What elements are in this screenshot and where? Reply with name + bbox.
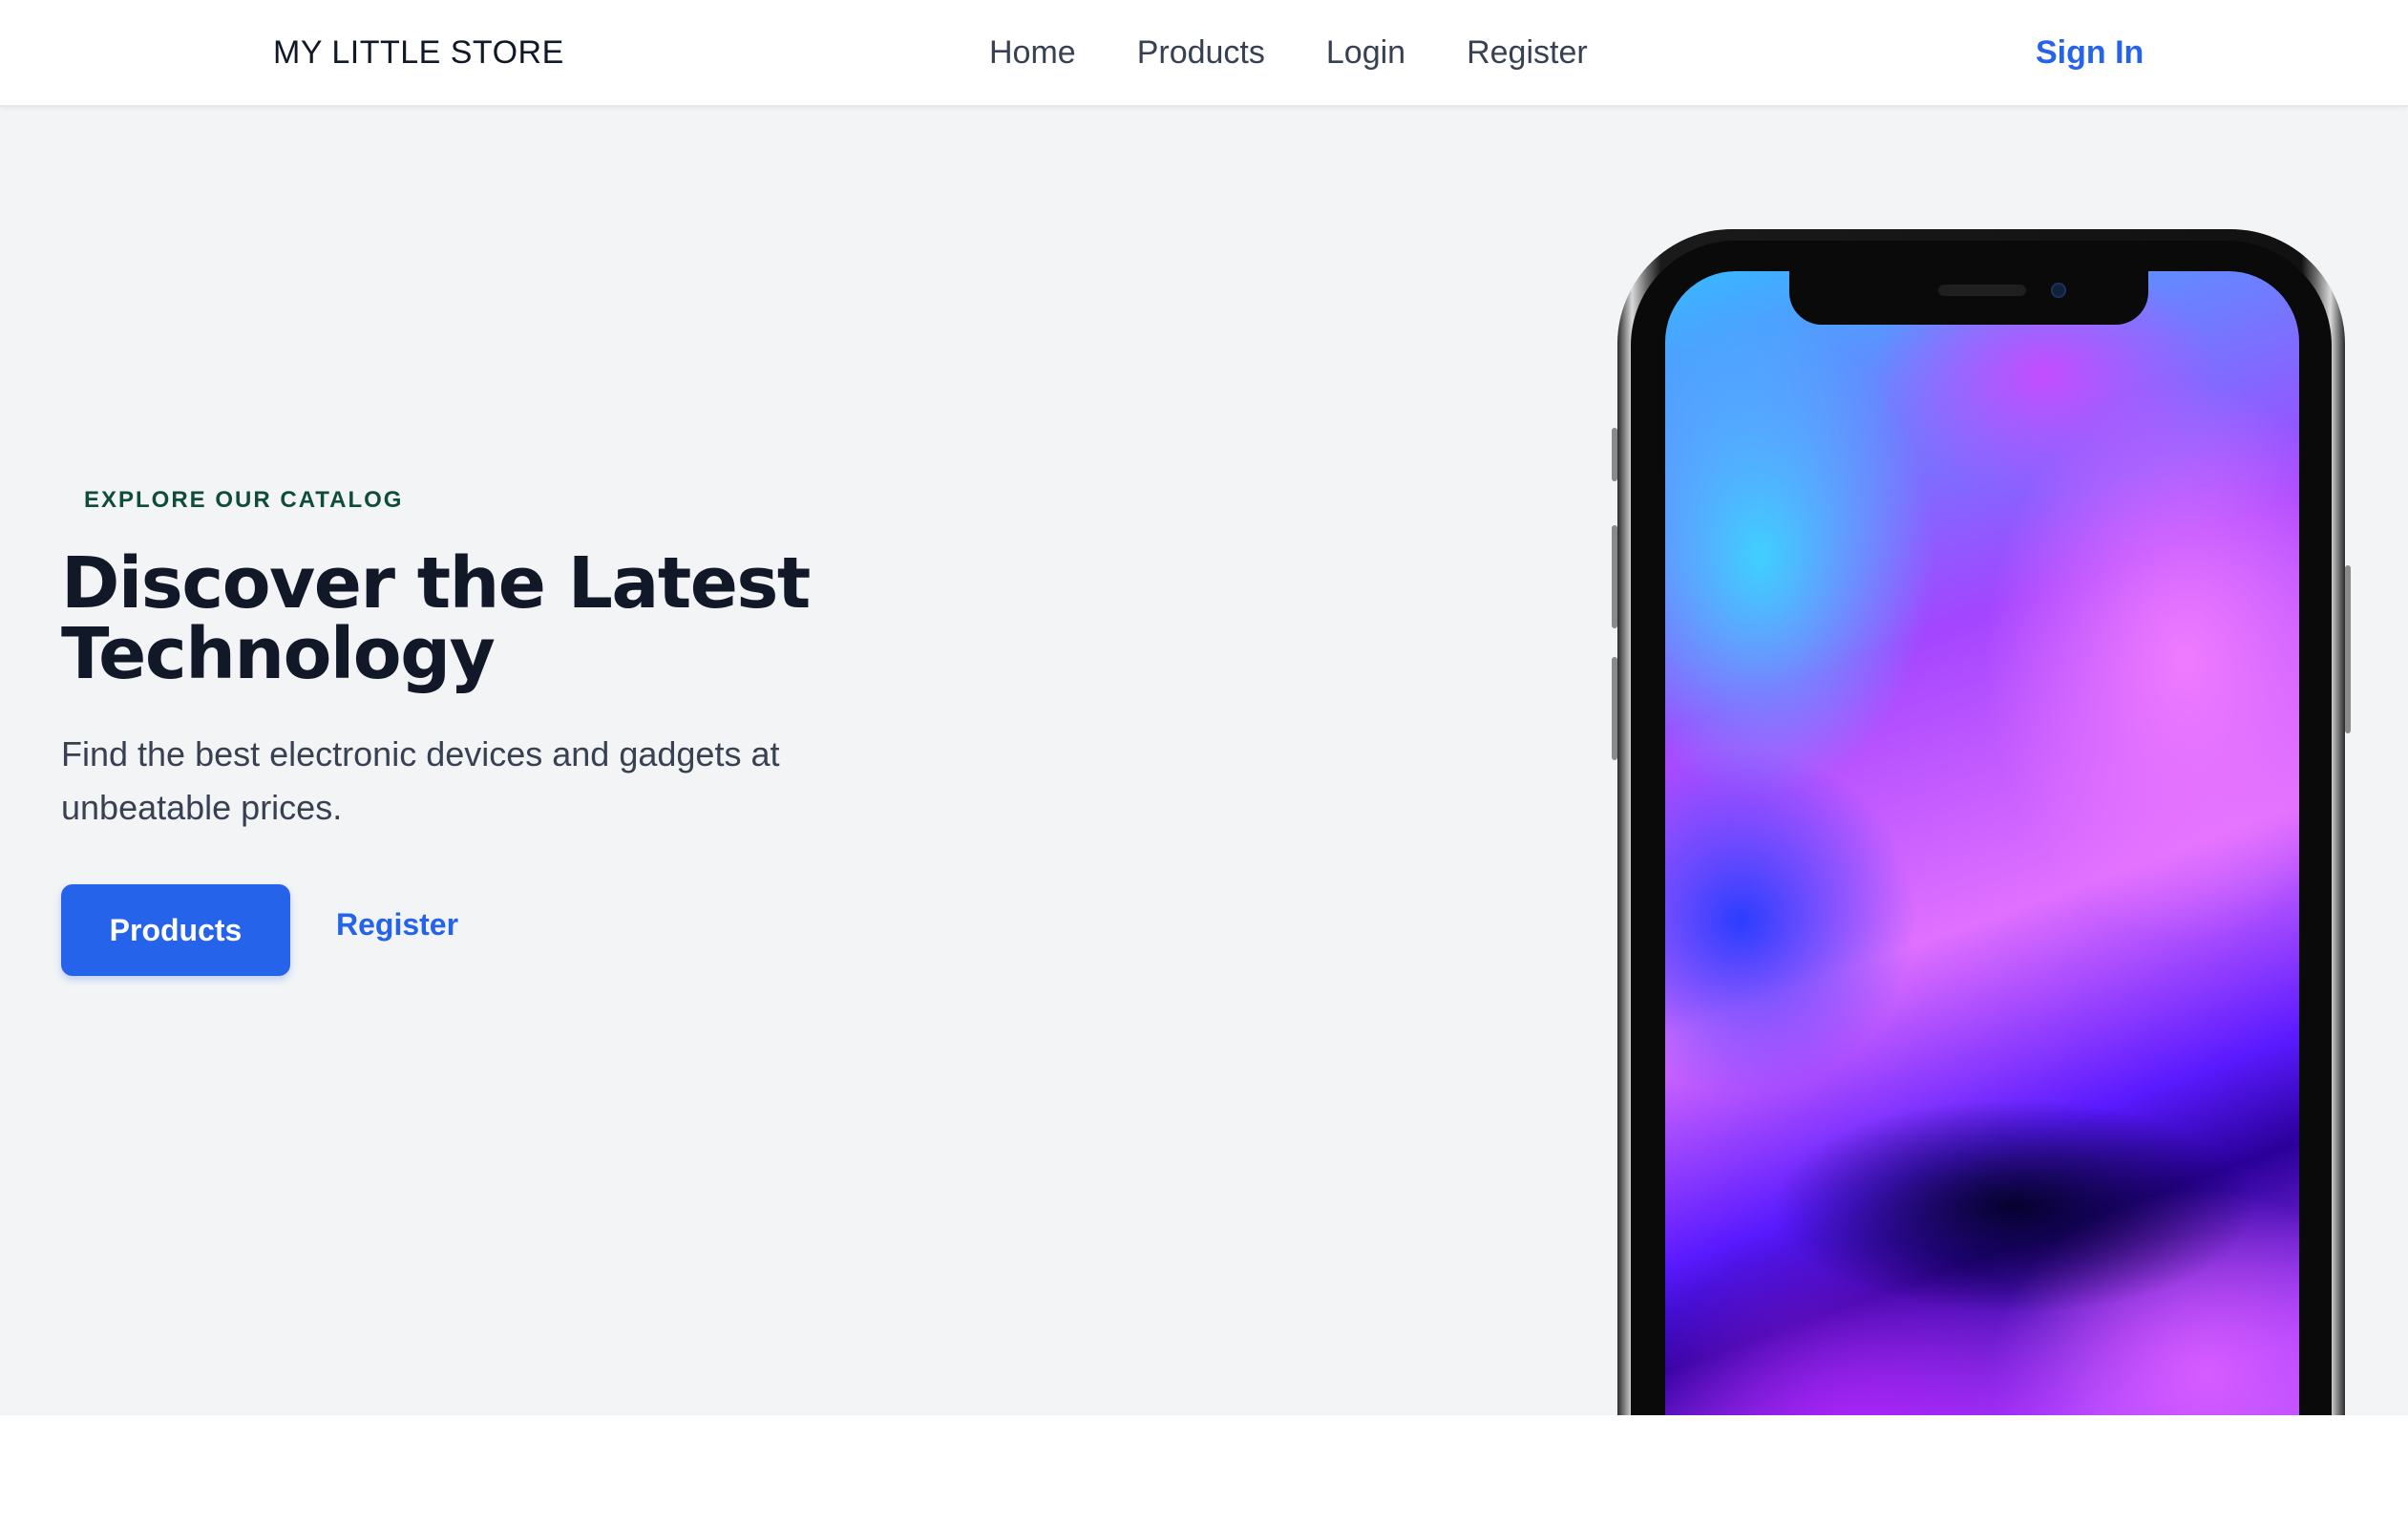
main-nav: Home Products Login Register (989, 34, 1649, 72)
brand-logo[interactable]: MY LITTLE STORE (273, 34, 564, 72)
phone-notch (1789, 271, 2148, 325)
phone-image (1612, 229, 2351, 1415)
phone-power-button (2345, 565, 2351, 733)
nav-link-home[interactable]: Home (989, 34, 1076, 72)
nav-link-login[interactable]: Login (1326, 34, 1405, 72)
hero-section: EXPLORE OUR CATALOG Discover the Latest … (0, 107, 2408, 1415)
phone-camera-icon (2051, 283, 2066, 298)
page: MY LITTLE STORE Home Products Login Regi… (0, 0, 2408, 1526)
nav-link-products[interactable]: Products (1137, 34, 1265, 72)
nav-link-register[interactable]: Register (1467, 34, 1588, 72)
hero-eyebrow: EXPLORE OUR CATALOG (84, 487, 404, 513)
sign-in-link[interactable]: Sign In (2036, 34, 2144, 72)
phone-screen-wallpaper (1665, 271, 2299, 1415)
products-button[interactable]: Products (61, 884, 290, 976)
phone-speaker (1938, 285, 2026, 296)
register-link[interactable]: Register (336, 907, 458, 943)
navbar: MY LITTLE STORE Home Products Login Regi… (0, 0, 2408, 107)
page-below-hero (0, 1415, 2408, 1526)
hero-headline: Discover the Latest Technology (61, 542, 811, 695)
hero-subtext: Find the best electronic devices and gad… (61, 734, 780, 827)
